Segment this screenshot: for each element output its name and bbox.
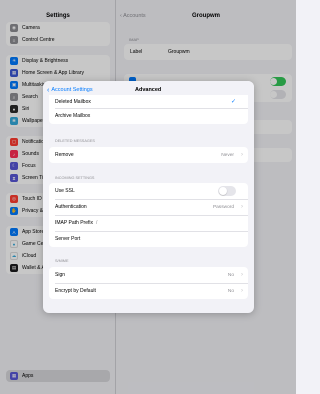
use-ssl-toggle[interactable] [218,186,236,196]
chevron-left-icon: ‹ [47,86,50,94]
chevron-right-icon: › [241,288,243,294]
server-port-row[interactable]: Server Port [49,231,248,247]
use-ssl-row: Use SSL [49,183,248,199]
imap-path-prefix-label: IMAP Path Prefix [55,220,93,226]
smime-group: Sign No › Encrypt by Default No › [49,267,248,299]
use-ssl-label: Use SSL [55,188,75,194]
account-settings-back-button[interactable]: ‹ Account Settings [47,86,93,94]
imap-path-prefix-value: / [95,220,98,226]
imap-path-prefix-row[interactable]: IMAP Path Prefix / [49,215,248,231]
checkmark-icon: ✓ [230,99,236,105]
archive-mailbox-label: Archive Mailbox [55,113,91,119]
sign-label: Sign [55,272,66,278]
deleted-messages-group: Remove Never › [49,147,248,163]
chevron-right-icon: › [241,204,243,210]
deleted-mailbox-label: Deleted Mailbox [55,98,91,105]
modal-title: Advanced [135,87,162,93]
account-settings-back-label: Account Settings [51,87,93,93]
encrypt-by-default-row[interactable]: Encrypt by Default No › [49,283,248,299]
authentication-label: Authentication [55,204,87,210]
encrypt-by-default-value: No [227,288,234,294]
incoming-settings-group: Use SSL Authentication Password › IMAP P… [49,183,248,247]
remove-row[interactable]: Remove Never › [49,147,248,163]
incoming-settings-section-header: INCOMING SETTINGS [55,176,95,180]
advanced-settings-modal: ‹ Account Settings Advanced Deleted Mail… [43,81,254,313]
authentication-row[interactable]: Authentication Password › [49,199,248,215]
sign-row[interactable]: Sign No › [49,267,248,283]
smime-section-header: S/MIME [55,259,69,263]
remove-value: Never [221,152,234,158]
chevron-right-icon: › [241,272,243,278]
encrypt-by-default-label: Encrypt by Default [55,288,96,294]
chevron-right-icon: › [241,152,243,158]
authentication-value: Password [212,204,234,210]
server-port-label: Server Port [55,236,81,242]
mailbox-behaviours-group: Deleted Mailbox ✓ Archive Mailbox [49,95,248,124]
sign-value: No [227,272,234,278]
deleted-mailbox-row[interactable]: Deleted Mailbox ✓ [49,95,248,108]
deleted-messages-section-header: DELETED MESSAGES [55,139,95,143]
remove-label: Remove [55,152,74,158]
archive-mailbox-row[interactable]: Archive Mailbox [49,108,248,124]
